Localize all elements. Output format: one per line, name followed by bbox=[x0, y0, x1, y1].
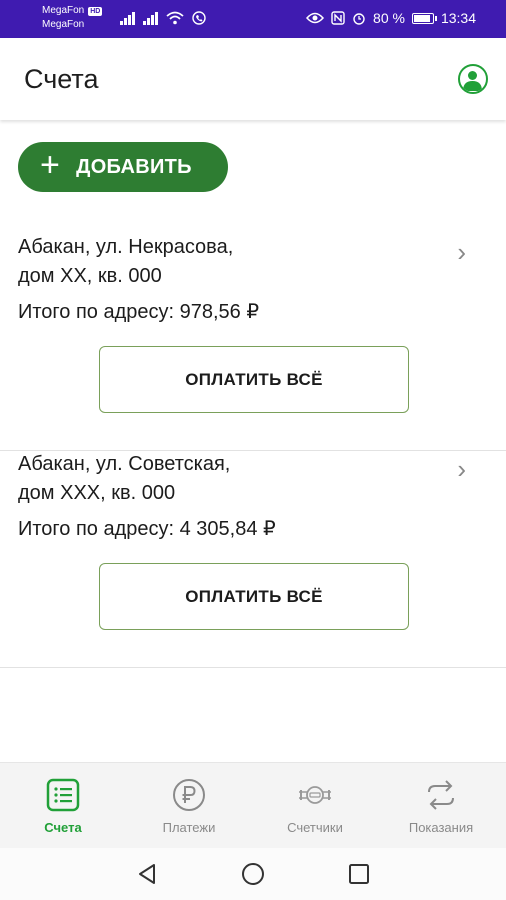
eye-icon bbox=[306, 12, 325, 24]
carrier-2: MegaFon bbox=[42, 19, 85, 30]
signal-icon bbox=[143, 11, 158, 25]
nav-label: Счета bbox=[44, 820, 82, 835]
address-line-1: Абакан, ул. Советская, bbox=[18, 453, 231, 475]
carrier-1: MegaFon bbox=[42, 5, 85, 16]
nav-label: Показания bbox=[408, 820, 474, 835]
wifi-icon bbox=[166, 11, 184, 25]
address-line-1: Абакан, ул. Некрасова, bbox=[18, 236, 234, 258]
account-address: Абакан, ул. Советская, дом XXX, кв. 000 bbox=[18, 450, 230, 508]
address-line-2: дом XXX, кв. 000 bbox=[18, 482, 176, 504]
nfc-icon bbox=[331, 11, 345, 25]
home-icon[interactable] bbox=[240, 861, 266, 887]
signal-icon bbox=[120, 11, 135, 25]
ruble-icon bbox=[171, 777, 207, 813]
bills-list-icon bbox=[45, 777, 81, 813]
meter-icon bbox=[297, 777, 333, 813]
nav-tab-readings[interactable]: Показания bbox=[378, 763, 504, 849]
bottom-navigation: Счета Платежи Счетчики Показания bbox=[0, 762, 506, 848]
nav-tab-payments[interactable]: Платежи bbox=[126, 763, 252, 849]
system-indicators: 80 % 13:34 bbox=[306, 10, 476, 26]
call-icon bbox=[192, 11, 206, 25]
status-bar: MegaFon HD MegaFon 80 % 13:34 bbox=[0, 0, 506, 38]
back-icon[interactable] bbox=[134, 861, 160, 887]
chevron-right-icon[interactable]: › bbox=[457, 456, 466, 482]
alarm-icon bbox=[353, 13, 365, 25]
carrier-info: MegaFon HD MegaFon bbox=[42, 4, 103, 32]
nav-label: Платежи bbox=[162, 820, 216, 835]
recent-apps-icon[interactable] bbox=[346, 861, 372, 887]
pay-all-button[interactable]: ОПЛАТИТЬ ВСЁ bbox=[99, 346, 409, 413]
address-line-2: дом XX, кв. 000 bbox=[18, 265, 162, 287]
account-card[interactable]: Абакан, ул. Некрасова, дом XX, кв. 000 ›… bbox=[0, 233, 506, 451]
nav-tab-meters[interactable]: Счетчики bbox=[252, 763, 378, 849]
add-button-label: ДОБАВИТЬ bbox=[76, 155, 192, 178]
account-card[interactable]: Абакан, ул. Советская, дом XXX, кв. 000 … bbox=[0, 450, 506, 668]
plus-icon: + bbox=[40, 146, 61, 184]
battery-icon bbox=[411, 12, 437, 24]
profile-icon[interactable] bbox=[458, 64, 488, 94]
add-account-button[interactable]: + ДОБАВИТЬ bbox=[18, 142, 228, 192]
account-total: Итого по адресу: 978,56 ₽ bbox=[18, 301, 260, 323]
sync-arrows-icon bbox=[423, 777, 459, 813]
nav-tab-bills[interactable]: Счета bbox=[0, 763, 126, 849]
clock: 13:34 bbox=[440, 10, 476, 26]
battery-percent: 80 % bbox=[373, 10, 405, 26]
system-navigation-bar bbox=[0, 848, 506, 900]
hd-badge: HD bbox=[88, 6, 103, 16]
account-address: Абакан, ул. Некрасова, дом XX, кв. 000 bbox=[18, 233, 233, 291]
nav-label: Счетчики bbox=[287, 820, 343, 835]
pay-all-button[interactable]: ОПЛАТИТЬ ВСЁ bbox=[99, 563, 409, 630]
account-total: Итого по адресу: 4 305,84 ₽ bbox=[18, 518, 276, 540]
signal-indicators bbox=[120, 11, 206, 25]
chevron-right-icon[interactable]: › bbox=[457, 239, 466, 265]
page-title: Счета bbox=[24, 64, 99, 94]
app-header: Счета bbox=[0, 38, 506, 120]
